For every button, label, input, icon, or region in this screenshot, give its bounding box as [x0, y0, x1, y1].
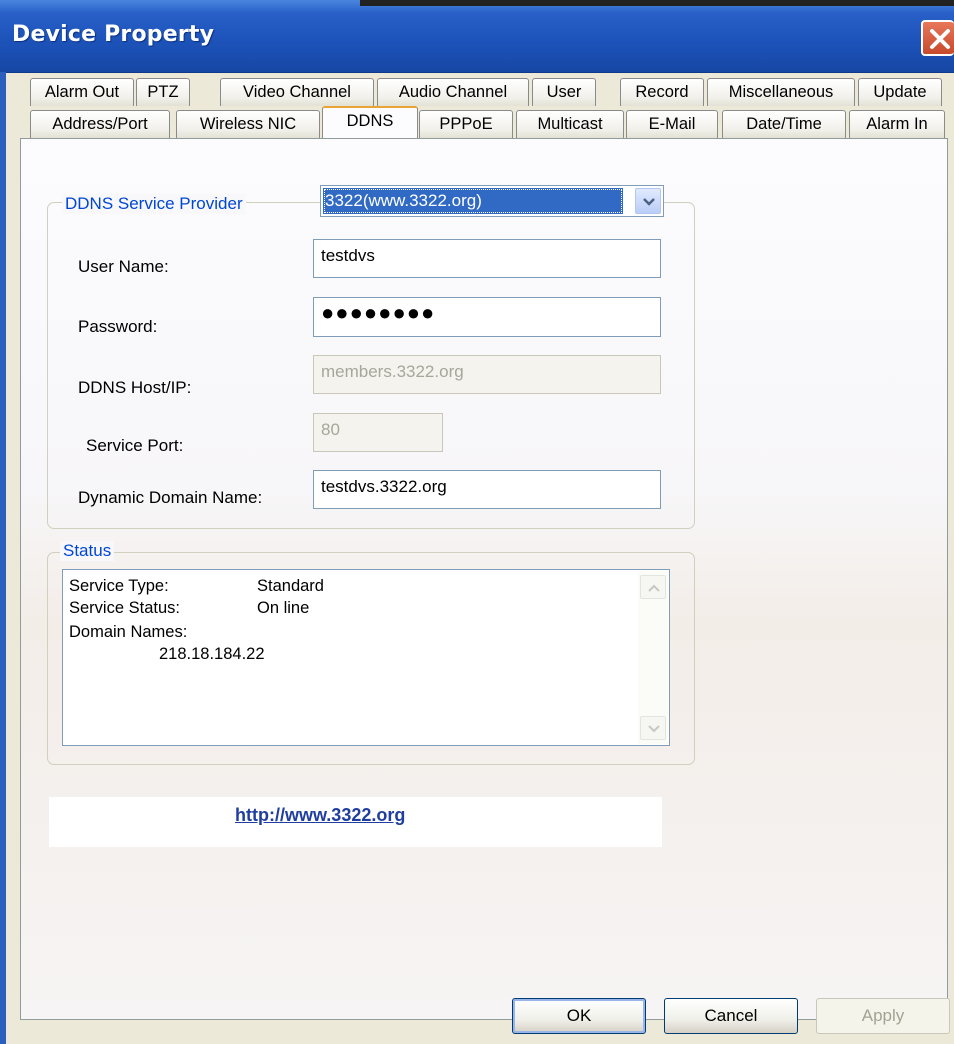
tab-video-channel[interactable]: Video Channel	[220, 78, 374, 106]
tab-ptz[interactable]: PTZ	[136, 78, 190, 106]
ddns-provider-select[interactable]: 3322(www.3322.org)	[320, 185, 664, 217]
scroll-down-icon	[648, 725, 660, 733]
ddns-provider-value: 3322(www.3322.org)	[323, 188, 623, 214]
service-type-value: Standard	[257, 577, 324, 595]
apply-button[interactable]: Apply	[816, 998, 950, 1034]
status-text-area[interactable]: Service Type: Standard Service Status: O…	[62, 569, 670, 746]
scroll-up-icon	[648, 584, 660, 592]
password-label: Password:	[78, 317, 158, 336]
user-name-input[interactable]: testdvs	[313, 239, 661, 278]
status-scrollbar[interactable]	[638, 571, 668, 744]
provider-link[interactable]: http://www.3322.org	[235, 805, 405, 826]
tab-audio-channel[interactable]: Audio Channel	[377, 78, 529, 106]
chevron-down-icon	[643, 198, 655, 206]
tab-pppoe[interactable]: PPPoE	[419, 110, 513, 138]
status-group-label: Status	[60, 541, 115, 561]
tab-update[interactable]: Update	[858, 78, 942, 106]
domain-names-label: Domain Names:	[69, 623, 188, 641]
tab-address-port[interactable]: Address/Port	[30, 110, 170, 138]
tab-miscellaneous[interactable]: Miscellaneous	[707, 78, 855, 106]
cancel-button[interactable]: Cancel	[664, 998, 798, 1034]
tab-alarm-in[interactable]: Alarm In	[849, 110, 945, 138]
dynamic-domain-input[interactable]: testdvs.3322.org	[313, 470, 661, 509]
tab-multicast[interactable]: Multicast	[516, 110, 624, 138]
service-status-label: Service Status:	[69, 599, 180, 617]
user-name-label: User Name:	[78, 257, 169, 276]
service-status-value: On line	[257, 599, 310, 617]
service-port-input[interactable]: 80	[313, 413, 443, 452]
service-type-label: Service Type:	[69, 577, 169, 595]
window-frame-left	[0, 72, 6, 1044]
tab-record[interactable]: Record	[620, 78, 704, 106]
tab-e-mail[interactable]: E-Mail	[626, 110, 718, 138]
tab-user[interactable]: User	[532, 78, 596, 106]
tab-alarm-out[interactable]: Alarm Out	[30, 78, 134, 106]
ddns-host-input[interactable]: members.3322.org	[313, 355, 661, 394]
dynamic-domain-label: Dynamic Domain Name:	[78, 488, 263, 507]
tab-wireless-nic[interactable]: Wireless NIC	[176, 110, 320, 138]
close-button[interactable]	[921, 20, 954, 56]
title-bar: Device Property	[0, 0, 954, 73]
service-port-label: Service Port:	[86, 436, 184, 455]
domain-ip-value: 218.18.184.22	[159, 645, 265, 663]
dropdown-button[interactable]	[635, 188, 661, 214]
provider-link-area: http://www.3322.org	[49, 797, 662, 847]
scroll-up-button[interactable]	[640, 575, 666, 599]
ddns-host-label: DDNS Host/IP:	[78, 378, 192, 397]
tab-date-time[interactable]: Date/Time	[722, 110, 846, 138]
ok-button[interactable]: OK	[512, 998, 646, 1034]
ddns-provider-group-label: DDNS Service Provider	[62, 194, 246, 214]
scroll-down-button[interactable]	[640, 716, 666, 740]
password-input[interactable]: ●●●●●●●●	[313, 297, 661, 337]
tab-ddns[interactable]: DDNS	[322, 106, 418, 138]
close-icon	[930, 29, 950, 49]
background-window-strip	[360, 0, 954, 6]
window-title: Device Property	[12, 22, 215, 47]
